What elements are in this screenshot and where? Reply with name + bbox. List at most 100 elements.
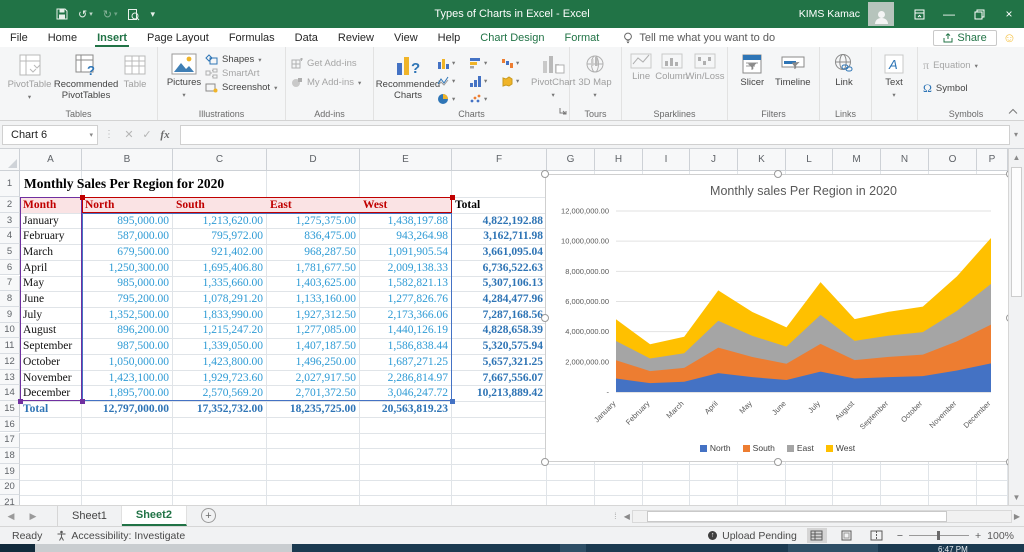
chart-resize-handle[interactable]	[541, 458, 549, 466]
cell-north[interactable]: 987,500.00	[82, 338, 173, 354]
pivottable-button[interactable]: PivotTable ▾	[5, 50, 54, 101]
cell-east[interactable]: 2,027,917.50	[267, 370, 360, 386]
cell-west[interactable]: 1,091,905.54	[360, 244, 452, 260]
row-header-9[interactable]: 9	[0, 306, 20, 323]
row-header-17[interactable]: 17	[0, 432, 20, 449]
scroll-down-icon[interactable]: ▼	[1009, 489, 1024, 505]
cell-south[interactable]: 1,078,291.20	[173, 291, 267, 307]
chart-resize-handle[interactable]	[541, 170, 549, 178]
chart-legend[interactable]: North South East West	[546, 443, 1009, 453]
cell-east[interactable]: 1,496,250.00	[267, 354, 360, 370]
cell-total-label[interactable]: Total	[20, 401, 82, 417]
print-preview-button[interactable]	[127, 8, 140, 21]
smartart-button[interactable]: SmartArt	[205, 68, 277, 79]
row-header-21[interactable]: 21	[0, 495, 20, 505]
cell-north[interactable]: 795,200.00	[82, 291, 173, 307]
cell-month-total[interactable]: 10,213,889.42	[452, 385, 547, 401]
collapse-ribbon-button[interactable]	[1008, 106, 1018, 118]
chart-resize-handle[interactable]	[773, 458, 782, 466]
3d-map-button[interactable]: 3D Map ▾	[575, 50, 615, 99]
cell-region-total[interactable]: 18,235,725.00	[267, 401, 360, 417]
row-header-13[interactable]: 13	[0, 369, 20, 386]
cell-a1-title[interactable]: Monthly Sales Per Region for 2020	[24, 171, 224, 197]
cell-north[interactable]: 896,200.00	[82, 323, 173, 339]
symbol-button[interactable]: Ω Symbol	[923, 81, 978, 96]
row-header-10[interactable]: 10	[0, 322, 20, 339]
cell-south[interactable]: 2,570,569.20	[173, 385, 267, 401]
cell-east[interactable]: 1,781,677.50	[267, 260, 360, 276]
cell-east[interactable]: 1,927,312.50	[267, 307, 360, 323]
row-header-3[interactable]: 3	[0, 212, 20, 229]
cell-east[interactable]: 2,701,372.50	[267, 385, 360, 401]
row-header-12[interactable]: 12	[0, 354, 20, 370]
cell-month[interactable]: January	[20, 213, 82, 229]
zoom-level[interactable]: 100%	[987, 530, 1014, 542]
cell-month-total[interactable]: 5,657,321.25	[452, 354, 547, 370]
header-north[interactable]: North	[82, 197, 173, 213]
tab-help[interactable]: Help	[428, 28, 471, 47]
recommended-pivottables-button[interactable]: ? Recommended PivotTables	[54, 50, 118, 102]
shapes-button[interactable]: Shapes ▾	[205, 54, 277, 65]
stock-chart-button[interactable]: ▾	[437, 72, 467, 90]
tab-home[interactable]: Home	[38, 28, 87, 47]
row-header-16[interactable]: 16	[0, 416, 20, 433]
tab-file[interactable]: File	[0, 28, 38, 47]
column-header-l[interactable]: L	[786, 149, 833, 171]
cell-east[interactable]: 1,133,160.00	[267, 291, 360, 307]
user-name[interactable]: KIMS Kamac	[799, 8, 860, 20]
cell-region-total[interactable]: 20,563,819.23	[360, 401, 452, 417]
sparkline-column-button[interactable]: Column	[655, 50, 688, 83]
column-header-d[interactable]: D	[267, 149, 360, 171]
cell-west[interactable]: 943,264.98	[360, 228, 452, 244]
column-header-e[interactable]: E	[360, 149, 452, 171]
timeline-button[interactable]: Timeline	[772, 50, 814, 89]
row-header-20[interactable]: 20	[0, 479, 20, 496]
cell-month-total[interactable]: 7,287,168.56	[452, 307, 547, 323]
formula-input[interactable]	[180, 124, 1010, 145]
cell-month[interactable]: July	[20, 307, 82, 323]
range-handle[interactable]	[79, 398, 85, 404]
header-west[interactable]: West	[360, 197, 452, 213]
zoom-slider-thumb[interactable]	[937, 531, 940, 540]
cell-region-total[interactable]: 12,797,000.00	[82, 401, 173, 417]
enter-formula-button[interactable]: ✓	[138, 128, 156, 141]
name-box-dropdown-icon[interactable]: ▾	[89, 131, 93, 139]
cell-month-total[interactable]: 3,162,711.98	[452, 228, 547, 244]
equation-button[interactable]: π Equation ▾	[923, 58, 978, 73]
range-handle[interactable]	[79, 194, 85, 200]
cell-month-total[interactable]: 5,307,106.13	[452, 276, 547, 292]
chart-resize-handle[interactable]	[541, 314, 549, 322]
sheet-tab-sheet2[interactable]: Sheet2	[121, 506, 187, 526]
horizontal-scroll-thumb[interactable]	[646, 510, 947, 522]
row-header-11[interactable]: 11	[0, 338, 20, 354]
column-header-f[interactable]: F	[452, 149, 547, 171]
cell-north[interactable]: 1,352,500.00	[82, 307, 173, 323]
cell-region-total[interactable]: 17,352,732.00	[173, 401, 267, 417]
page-break-preview-button[interactable]	[867, 528, 887, 543]
chart-title[interactable]: Monthly sales Per Region in 2020	[710, 184, 897, 198]
row-header-19[interactable]: 19	[0, 463, 20, 480]
cell-month-total[interactable]: 7,667,556.07	[452, 370, 547, 386]
cell-south[interactable]: 795,972.00	[173, 228, 267, 244]
cell-south[interactable]: 1,213,620.00	[173, 213, 267, 229]
page-layout-view-button[interactable]	[837, 528, 857, 543]
cell-east[interactable]: 1,407,187.50	[267, 338, 360, 354]
header-month[interactable]: Month	[20, 197, 82, 213]
accessibility-status[interactable]: Accessibility: Investigate	[56, 530, 185, 542]
sparkline-winloss-button[interactable]: Win/Loss	[685, 50, 725, 83]
customize-qat-button[interactable]: ▾	[150, 9, 155, 20]
cell-month[interactable]: March	[20, 244, 82, 260]
cell-west[interactable]: 3,046,247.72	[360, 385, 452, 401]
cell-month[interactable]: September	[20, 338, 82, 354]
cell-west[interactable]: 1,438,197.88	[360, 213, 452, 229]
zoom-in-button[interactable]: +	[975, 530, 981, 542]
scroll-right-icon[interactable]: ▶	[1014, 512, 1020, 521]
sheet-nav-right-icon[interactable]: ▶	[22, 506, 44, 526]
header-total[interactable]: Total	[452, 197, 547, 213]
tab-split-handle[interactable]: ⁞	[614, 511, 618, 521]
tab-review[interactable]: Review	[328, 28, 384, 47]
sheet-nav-left-icon[interactable]: ◀	[0, 506, 22, 526]
row-header-6[interactable]: 6	[0, 259, 20, 276]
cell-south[interactable]: 1,423,800.00	[173, 354, 267, 370]
cell-month[interactable]: May	[20, 276, 82, 292]
